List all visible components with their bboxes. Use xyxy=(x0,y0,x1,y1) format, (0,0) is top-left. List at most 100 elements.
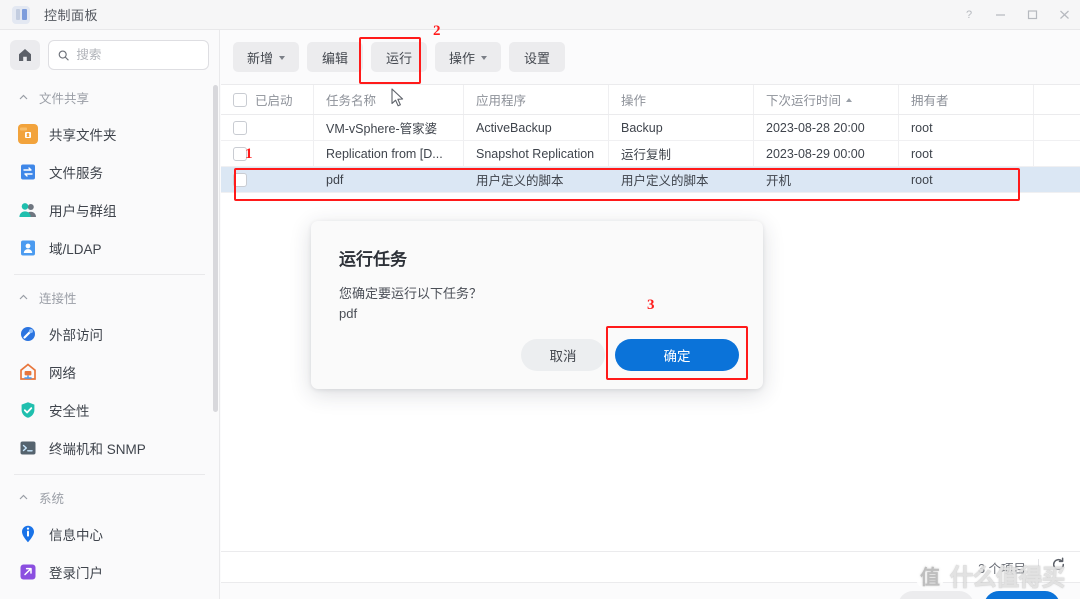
sidebar-item-security[interactable]: 安全性 xyxy=(0,391,219,429)
cell-owner: root xyxy=(911,172,933,187)
chevron-up-icon xyxy=(19,94,28,100)
close-icon[interactable] xyxy=(1048,0,1080,30)
table-header-row: 已启动 任务名称 应用程序 操作 下次运行时间 拥有者 xyxy=(221,85,1080,115)
sidebar-item-label: 外部访问 xyxy=(49,328,103,343)
chevron-up-icon xyxy=(19,294,28,300)
chevron-down-icon xyxy=(481,55,488,60)
column-header-label: 已启动 xyxy=(255,94,293,108)
row-checkbox[interactable] xyxy=(233,146,247,161)
table-row[interactable]: Replication from [D... Snapshot Replicat… xyxy=(221,141,1080,167)
settings-button[interactable]: 设置 xyxy=(509,42,566,72)
column-header-next-run[interactable]: 下次运行时间 xyxy=(753,85,898,114)
sidebar-item-network[interactable]: 网络 xyxy=(0,353,219,391)
sidebar-item-info-center[interactable]: 信息中心 xyxy=(0,515,219,553)
statusbar-divider xyxy=(1038,559,1039,575)
cell-application: Snapshot Replication xyxy=(463,141,608,166)
sidebar-group-file-sharing[interactable]: 文件共享 xyxy=(0,78,219,115)
add-button[interactable]: 新增 xyxy=(233,42,300,72)
column-header-name[interactable]: 任务名称 xyxy=(313,85,463,114)
users-icon xyxy=(18,200,38,220)
cancel-button[interactable]: 取消 xyxy=(521,339,605,371)
search-icon xyxy=(58,49,69,61)
sidebar-item-shared-folder[interactable]: 共享文件夹 xyxy=(0,115,219,153)
column-header-enabled[interactable]: 已启动 xyxy=(221,85,313,114)
cell-spacer xyxy=(1033,141,1080,166)
cell-task-name: pdf xyxy=(326,172,344,187)
home-icon[interactable] xyxy=(10,40,40,70)
run-button[interactable]: 运行 xyxy=(371,42,428,72)
search-box[interactable] xyxy=(48,40,209,70)
apply-button[interactable]: 应用 xyxy=(984,591,1060,599)
column-header-label: 任务名称 xyxy=(326,94,377,108)
run-button-label: 运行 xyxy=(386,50,413,66)
sidebar-item-file-services[interactable]: 文件服务 xyxy=(0,153,219,191)
settings-button-label: 设置 xyxy=(524,50,551,66)
cell-operation: 用户定义的脚本 xyxy=(621,174,709,188)
sidebar-item-label: 域/LDAP xyxy=(49,242,102,257)
maximize-icon[interactable] xyxy=(1016,0,1048,30)
help-icon[interactable]: ? xyxy=(952,0,984,30)
search-input[interactable] xyxy=(76,48,199,62)
reset-button[interactable]: 重置 xyxy=(898,591,974,599)
dialog-task-name: pdf xyxy=(339,306,358,322)
row-checkbox[interactable] xyxy=(233,120,247,135)
minimize-icon[interactable] xyxy=(984,0,1016,30)
sidebar-item-external-access[interactable]: 外部访问 xyxy=(0,315,219,353)
edit-button[interactable]: 编辑 xyxy=(307,42,364,72)
cell-task-name: VM-vSphere-管家婆 xyxy=(313,115,463,140)
column-header-app[interactable]: 应用程序 xyxy=(463,85,608,114)
cell-operation: 运行复制 xyxy=(608,141,753,166)
shield-icon xyxy=(18,400,38,420)
window-controls: ? xyxy=(952,0,1080,30)
column-header-owner[interactable]: 拥有者 xyxy=(898,85,1033,114)
dialog-body: 您确定要运行以下任务？ pdf xyxy=(311,270,763,324)
cell-operation: Backup xyxy=(608,115,753,140)
action-button[interactable]: 操作 xyxy=(435,42,502,72)
select-all-checkbox[interactable] xyxy=(233,92,247,107)
window-title: 控制面板 xyxy=(44,8,99,23)
cell-task-name: Replication from [D... xyxy=(313,141,463,166)
edit-button-label: 编辑 xyxy=(322,50,349,66)
sidebar-group-system[interactable]: 系统 xyxy=(0,478,219,515)
sidebar-item-terminal-snmp[interactable]: 终端机和 SNMP xyxy=(0,429,219,467)
sidebar-item-label: 登录门户 xyxy=(49,566,103,581)
sidebar-item-label: 终端机和 SNMP xyxy=(49,442,146,457)
sidebar-item-users-groups[interactable]: 用户与群组 xyxy=(0,191,219,229)
cell-application: ActiveBackup xyxy=(463,115,608,140)
sidebar-scrollbar[interactable] xyxy=(213,85,218,412)
file-transfer-icon xyxy=(18,162,38,182)
sidebar-item-label: 信息中心 xyxy=(49,528,103,543)
row-checkbox-cell[interactable] xyxy=(221,141,313,166)
refresh-icon[interactable] xyxy=(1051,557,1066,577)
row-checkbox-cell[interactable] xyxy=(221,115,313,140)
row-checkbox-cell[interactable] xyxy=(221,167,313,192)
selected-task-row[interactable]: pdf 用户定义的脚本 用户定义的脚本 开机 root xyxy=(221,167,1080,193)
sidebar-item-label: 文件服务 xyxy=(49,166,103,181)
info-icon xyxy=(18,524,38,544)
task-toolbar: 新增 编辑 运行 操作 设置 xyxy=(221,30,1080,84)
sidebar-item-login-portal[interactable]: 登录门户 xyxy=(0,553,219,591)
sidebar-item-label: 共享文件夹 xyxy=(49,128,117,143)
action-button-label: 操作 xyxy=(449,50,476,66)
cell-next-run: 2023-08-29 00:00 xyxy=(753,141,898,166)
table-row[interactable]: VM-vSphere-管家婆 ActiveBackup Backup 2023-… xyxy=(221,115,1080,141)
svg-text:?: ? xyxy=(966,9,972,21)
window-titlebar: 控制面板 ? xyxy=(0,0,1080,30)
column-header-operation[interactable]: 操作 xyxy=(608,85,753,114)
row-checkbox[interactable] xyxy=(233,172,247,187)
chevron-down-icon xyxy=(279,55,286,60)
cell-spacer xyxy=(1033,167,1080,192)
domain-icon xyxy=(18,238,38,258)
cell-owner: root xyxy=(898,141,1033,166)
column-header-spacer[interactable] xyxy=(1033,85,1080,114)
cell-application: 用户定义的脚本 xyxy=(476,174,564,188)
column-header-label: 拥有者 xyxy=(911,94,949,108)
confirm-button[interactable]: 确定 xyxy=(615,339,739,371)
sidebar-group-connectivity[interactable]: 连接性 xyxy=(0,278,219,315)
cell-next-run: 开机 xyxy=(766,174,792,188)
page-footer: 重置 应用 xyxy=(221,583,1080,599)
control-panel-icon xyxy=(12,5,30,24)
sidebar-header xyxy=(0,30,219,78)
sidebar-item-domain-ldap[interactable]: 域/LDAP xyxy=(0,229,219,267)
sidebar-divider xyxy=(14,474,205,475)
